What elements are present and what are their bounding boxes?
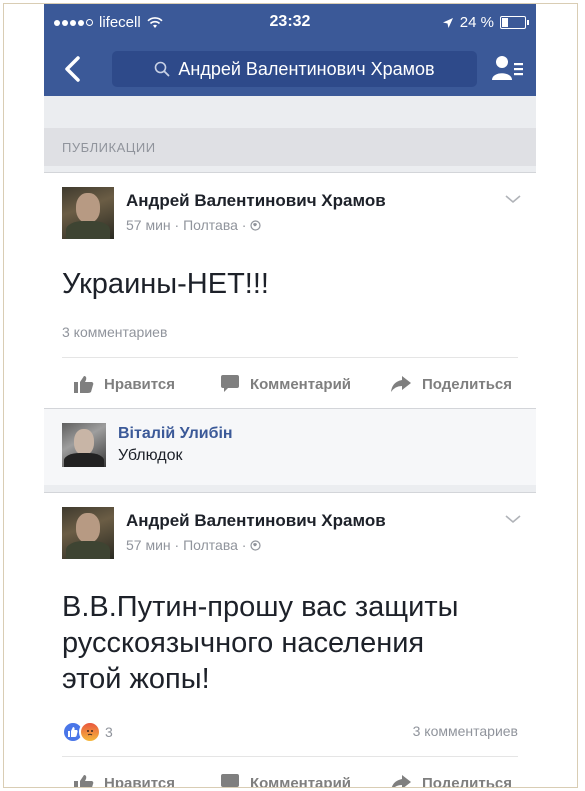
comment-count[interactable]: 3 комментариев xyxy=(62,324,167,340)
post-actions: Нравится Комментарий Поделиться xyxy=(44,763,536,788)
share-label: Поделиться xyxy=(422,375,513,393)
globe-icon xyxy=(250,540,261,551)
battery-icon xyxy=(500,16,529,29)
comment-count[interactable]: 3 комментариев xyxy=(413,723,518,739)
screenshot-frame: lifecell 23:32 24 % Андрей Валентинович … xyxy=(3,3,578,788)
divider xyxy=(62,756,518,757)
share-button[interactable]: Поделиться xyxy=(390,364,512,404)
comment-icon xyxy=(221,375,239,392)
post-text: Украины-НЕТ!!! xyxy=(62,268,269,300)
like-label: Нравится xyxy=(104,375,176,393)
battery-fill xyxy=(502,18,508,27)
author-name[interactable]: Андрей Валентинович Храмов xyxy=(126,511,386,531)
battery-percent: 24 % xyxy=(459,14,494,31)
friend-requests-icon[interactable] xyxy=(490,54,524,84)
comment-label: Комментарий xyxy=(250,774,352,788)
post-meta-text: 57 мин · Полтава · xyxy=(126,217,251,233)
top-bar: lifecell 23:32 24 % Андрей Валентинович … xyxy=(44,4,536,96)
chevron-down-icon[interactable] xyxy=(504,193,522,205)
status-right: 24 % xyxy=(442,14,529,31)
comment-button[interactable]: Комментарий xyxy=(220,364,351,404)
chevron-down-icon[interactable] xyxy=(504,513,522,525)
location-arrow-icon xyxy=(442,17,453,28)
comment-button[interactable]: Комментарий xyxy=(220,763,352,788)
post-meta-text: 57 мин · Полтава · xyxy=(126,537,251,553)
status-bar: lifecell 23:32 24 % xyxy=(44,4,536,40)
phone-screen: lifecell 23:32 24 % Андрей Валентинович … xyxy=(44,4,536,788)
divider xyxy=(62,357,518,358)
section-header: ПУБЛИКАЦИИ xyxy=(44,128,536,166)
post-meta: 57 мин · Полтава · xyxy=(126,537,261,553)
nav-row: Андрей Валентинович Храмов xyxy=(44,46,536,92)
author-avatar[interactable] xyxy=(62,187,114,239)
search-icon xyxy=(155,61,170,77)
angry-reaction-icon xyxy=(79,721,101,743)
back-arrow-icon[interactable] xyxy=(58,52,88,86)
comment-icon xyxy=(221,774,239,787)
commenter-avatar[interactable] xyxy=(62,423,106,467)
share-icon xyxy=(391,376,411,392)
post-text-line: русскоязычного населения xyxy=(62,627,425,659)
comment-text: Ублюдок xyxy=(118,447,183,464)
post-card: Андрей Валентинович Храмов 57 мин · Полт… xyxy=(44,492,536,788)
comment-item: Віталій Улибін Ублюдок xyxy=(44,408,536,485)
post-text-line: этой жопы! xyxy=(62,663,210,695)
like-button[interactable]: Нравится xyxy=(74,763,176,788)
like-button[interactable]: Нравится xyxy=(74,364,175,404)
post-text-line: В.В.Путин-прошу вас защиты xyxy=(62,591,459,623)
globe-icon xyxy=(250,220,261,231)
like-label: Нравится xyxy=(104,774,176,788)
share-label: Поделиться xyxy=(422,774,513,788)
thumbs-up-icon xyxy=(74,775,94,787)
post-card: Андрей Валентинович Храмов 57 мин · Полт… xyxy=(44,172,536,409)
author-avatar[interactable] xyxy=(62,507,114,559)
reaction-count: 3 xyxy=(105,724,113,740)
search-field[interactable]: Андрей Валентинович Храмов xyxy=(112,51,477,87)
post-meta: 57 мин · Полтава · xyxy=(126,217,261,233)
post-text: В.В.Путин-прошу вас защиты русскоязычног… xyxy=(62,589,458,697)
commenter-name[interactable]: Віталій Улибін xyxy=(118,425,233,443)
post-actions: Нравится Комментарий Поделиться xyxy=(44,364,536,404)
author-name[interactable]: Андрей Валентинович Храмов xyxy=(126,191,386,211)
share-button[interactable]: Поделиться xyxy=(390,763,513,788)
share-icon xyxy=(391,775,411,787)
reactions-summary[interactable]: 3 xyxy=(62,721,113,743)
search-query: Андрей Валентинович Храмов xyxy=(178,58,435,79)
thumbs-up-icon xyxy=(74,376,94,393)
comment-label: Комментарий xyxy=(250,375,352,393)
